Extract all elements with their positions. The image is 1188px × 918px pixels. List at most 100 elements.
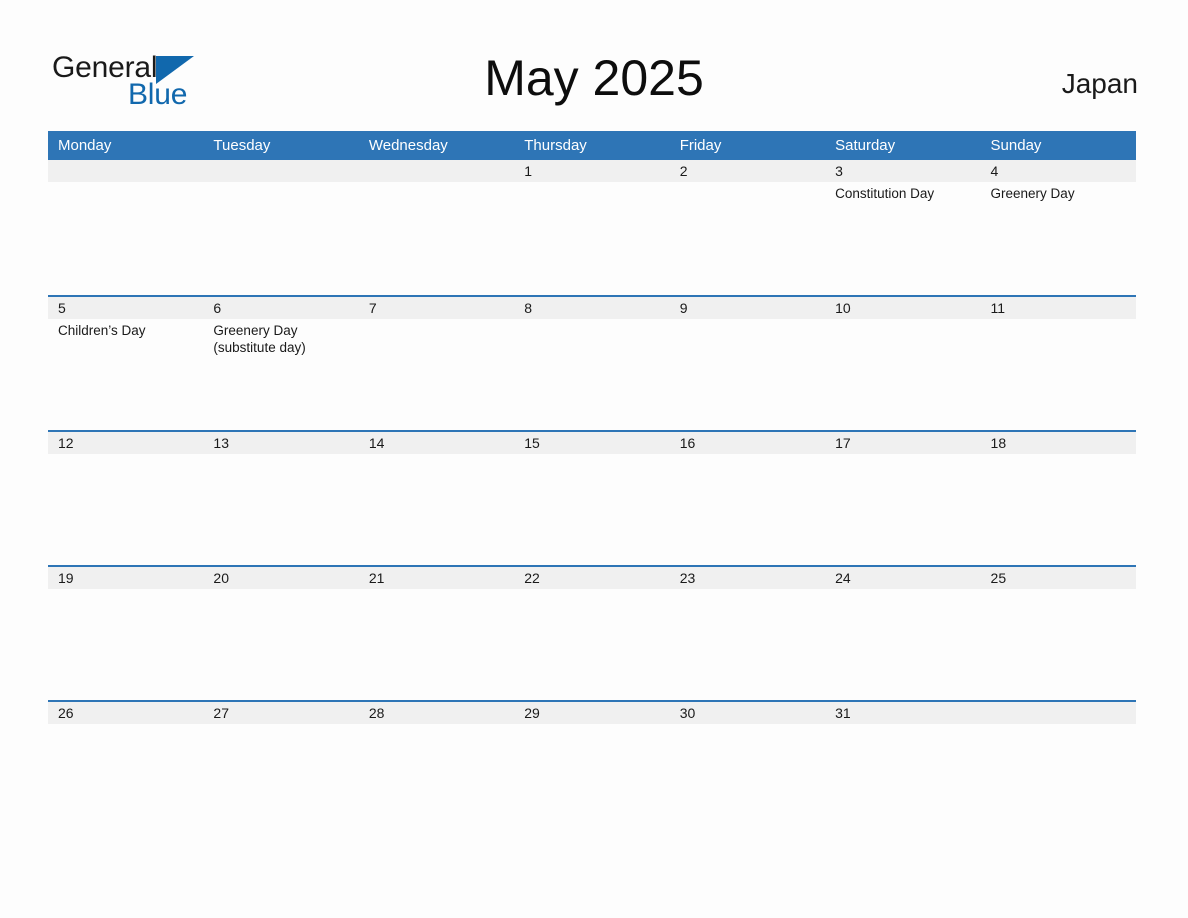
day-number[interactable]: 29 <box>514 702 669 724</box>
week-number-band: 19 20 21 22 23 24 25 <box>48 567 1136 589</box>
day-cell[interactable] <box>981 319 1136 430</box>
day-number[interactable]: 27 <box>203 702 358 724</box>
day-cell[interactable] <box>825 724 980 835</box>
day-cell[interactable] <box>359 182 514 293</box>
day-number[interactable]: 3 <box>825 160 980 182</box>
day-number[interactable]: 4 <box>981 160 1136 182</box>
day-number[interactable]: 7 <box>359 297 514 319</box>
day-number[interactable]: 1 <box>514 160 669 182</box>
day-cell[interactable] <box>514 182 669 293</box>
day-number[interactable]: 14 <box>359 432 514 454</box>
day-number[interactable]: 25 <box>981 567 1136 589</box>
week-number-band: 26 27 28 29 30 31 <box>48 702 1136 724</box>
day-number[interactable]: 18 <box>981 432 1136 454</box>
day-of-week-header-row: Monday Tuesday Wednesday Thursday Friday… <box>48 131 1136 160</box>
event-label: Greenery Day <box>990 186 1075 201</box>
day-cell[interactable] <box>514 724 669 835</box>
day-number[interactable]: 17 <box>825 432 980 454</box>
week-row: 26 27 28 29 30 31 <box>48 700 1136 835</box>
day-number[interactable]: 24 <box>825 567 980 589</box>
week-event-band <box>48 589 1136 700</box>
day-number[interactable]: 26 <box>48 702 203 724</box>
day-number[interactable] <box>359 160 514 182</box>
day-number[interactable] <box>981 702 1136 724</box>
day-number[interactable]: 12 <box>48 432 203 454</box>
day-number[interactable] <box>48 160 203 182</box>
day-cell[interactable] <box>203 454 358 565</box>
day-cell[interactable]: Children’s Day <box>48 319 203 430</box>
week-row: 1 2 3 4 Constitution Day Greenery Day <box>48 160 1136 295</box>
day-cell[interactable] <box>981 454 1136 565</box>
country-label: Japan <box>1061 68 1138 99</box>
day-cell[interactable]: Greenery Day <box>981 182 1136 293</box>
day-header-wednesday: Wednesday <box>368 137 448 154</box>
day-cell[interactable] <box>359 454 514 565</box>
week-event-band: Constitution Day Greenery Day <box>48 182 1136 293</box>
day-number[interactable]: 6 <box>203 297 358 319</box>
day-cell[interactable] <box>203 589 358 700</box>
week-number-band: 5 6 7 8 9 10 11 <box>48 297 1136 319</box>
day-number[interactable]: 22 <box>514 567 669 589</box>
day-number[interactable]: 30 <box>670 702 825 724</box>
day-cell[interactable] <box>825 454 980 565</box>
event-label: Constitution Day <box>835 186 935 201</box>
day-number[interactable] <box>203 160 358 182</box>
day-number[interactable]: 16 <box>670 432 825 454</box>
week-number-band: 1 2 3 4 <box>48 160 1136 182</box>
day-cell[interactable]: Constitution Day <box>825 182 980 293</box>
day-number[interactable]: 11 <box>981 297 1136 319</box>
day-number[interactable]: 23 <box>670 567 825 589</box>
day-header-sunday: Sunday <box>990 137 1042 154</box>
day-cell[interactable] <box>203 182 358 293</box>
event-label-continued: (substitute day) <box>213 340 306 355</box>
week-event-band <box>48 724 1136 835</box>
week-event-band: Children’s Day Greenery Day (substitute … <box>48 319 1136 430</box>
day-cell[interactable] <box>670 319 825 430</box>
day-cell[interactable] <box>514 319 669 430</box>
day-header-monday: Monday <box>58 137 112 154</box>
day-header-thursday: Thursday <box>524 137 587 154</box>
week-row: 12 13 14 15 16 17 18 <box>48 430 1136 565</box>
event-label: Greenery Day <box>213 323 298 338</box>
day-cell[interactable] <box>981 589 1136 700</box>
day-header-tuesday: Tuesday <box>213 137 271 154</box>
day-cell[interactable] <box>981 724 1136 835</box>
day-cell[interactable] <box>670 724 825 835</box>
day-cell[interactable] <box>514 454 669 565</box>
day-number[interactable]: 10 <box>825 297 980 319</box>
page-header: General Blue May 2025 Japan <box>48 42 1140 120</box>
day-cell[interactable] <box>670 182 825 293</box>
day-cell[interactable]: Greenery Day (substitute day) <box>203 319 358 430</box>
calendar-grid: Monday Tuesday Wednesday Thursday Friday… <box>48 131 1136 835</box>
day-cell[interactable] <box>48 724 203 835</box>
page-title: May 2025 <box>484 50 704 106</box>
day-number[interactable]: 15 <box>514 432 669 454</box>
week-row: 19 20 21 22 23 24 25 <box>48 565 1136 700</box>
day-cell[interactable] <box>514 589 669 700</box>
day-cell[interactable] <box>48 454 203 565</box>
day-number[interactable]: 8 <box>514 297 669 319</box>
day-cell[interactable] <box>670 589 825 700</box>
day-number[interactable]: 2 <box>670 160 825 182</box>
week-event-band <box>48 454 1136 565</box>
day-number[interactable]: 20 <box>203 567 358 589</box>
day-number[interactable]: 28 <box>359 702 514 724</box>
day-header-friday: Friday <box>679 137 722 154</box>
day-cell[interactable] <box>359 319 514 430</box>
day-cell[interactable] <box>359 724 514 835</box>
day-cell[interactable] <box>825 589 980 700</box>
event-label: Children’s Day <box>58 323 146 338</box>
day-cell[interactable] <box>359 589 514 700</box>
day-number[interactable]: 21 <box>359 567 514 589</box>
week-row: 5 6 7 8 9 10 11 Children’s Day Greenery … <box>48 295 1136 430</box>
day-cell[interactable] <box>825 319 980 430</box>
day-number[interactable]: 13 <box>203 432 358 454</box>
day-number[interactable]: 9 <box>670 297 825 319</box>
day-number[interactable]: 19 <box>48 567 203 589</box>
day-number[interactable]: 31 <box>825 702 980 724</box>
day-cell[interactable] <box>670 454 825 565</box>
day-number[interactable]: 5 <box>48 297 203 319</box>
day-cell[interactable] <box>48 589 203 700</box>
day-cell[interactable] <box>203 724 358 835</box>
day-cell[interactable] <box>48 182 203 293</box>
